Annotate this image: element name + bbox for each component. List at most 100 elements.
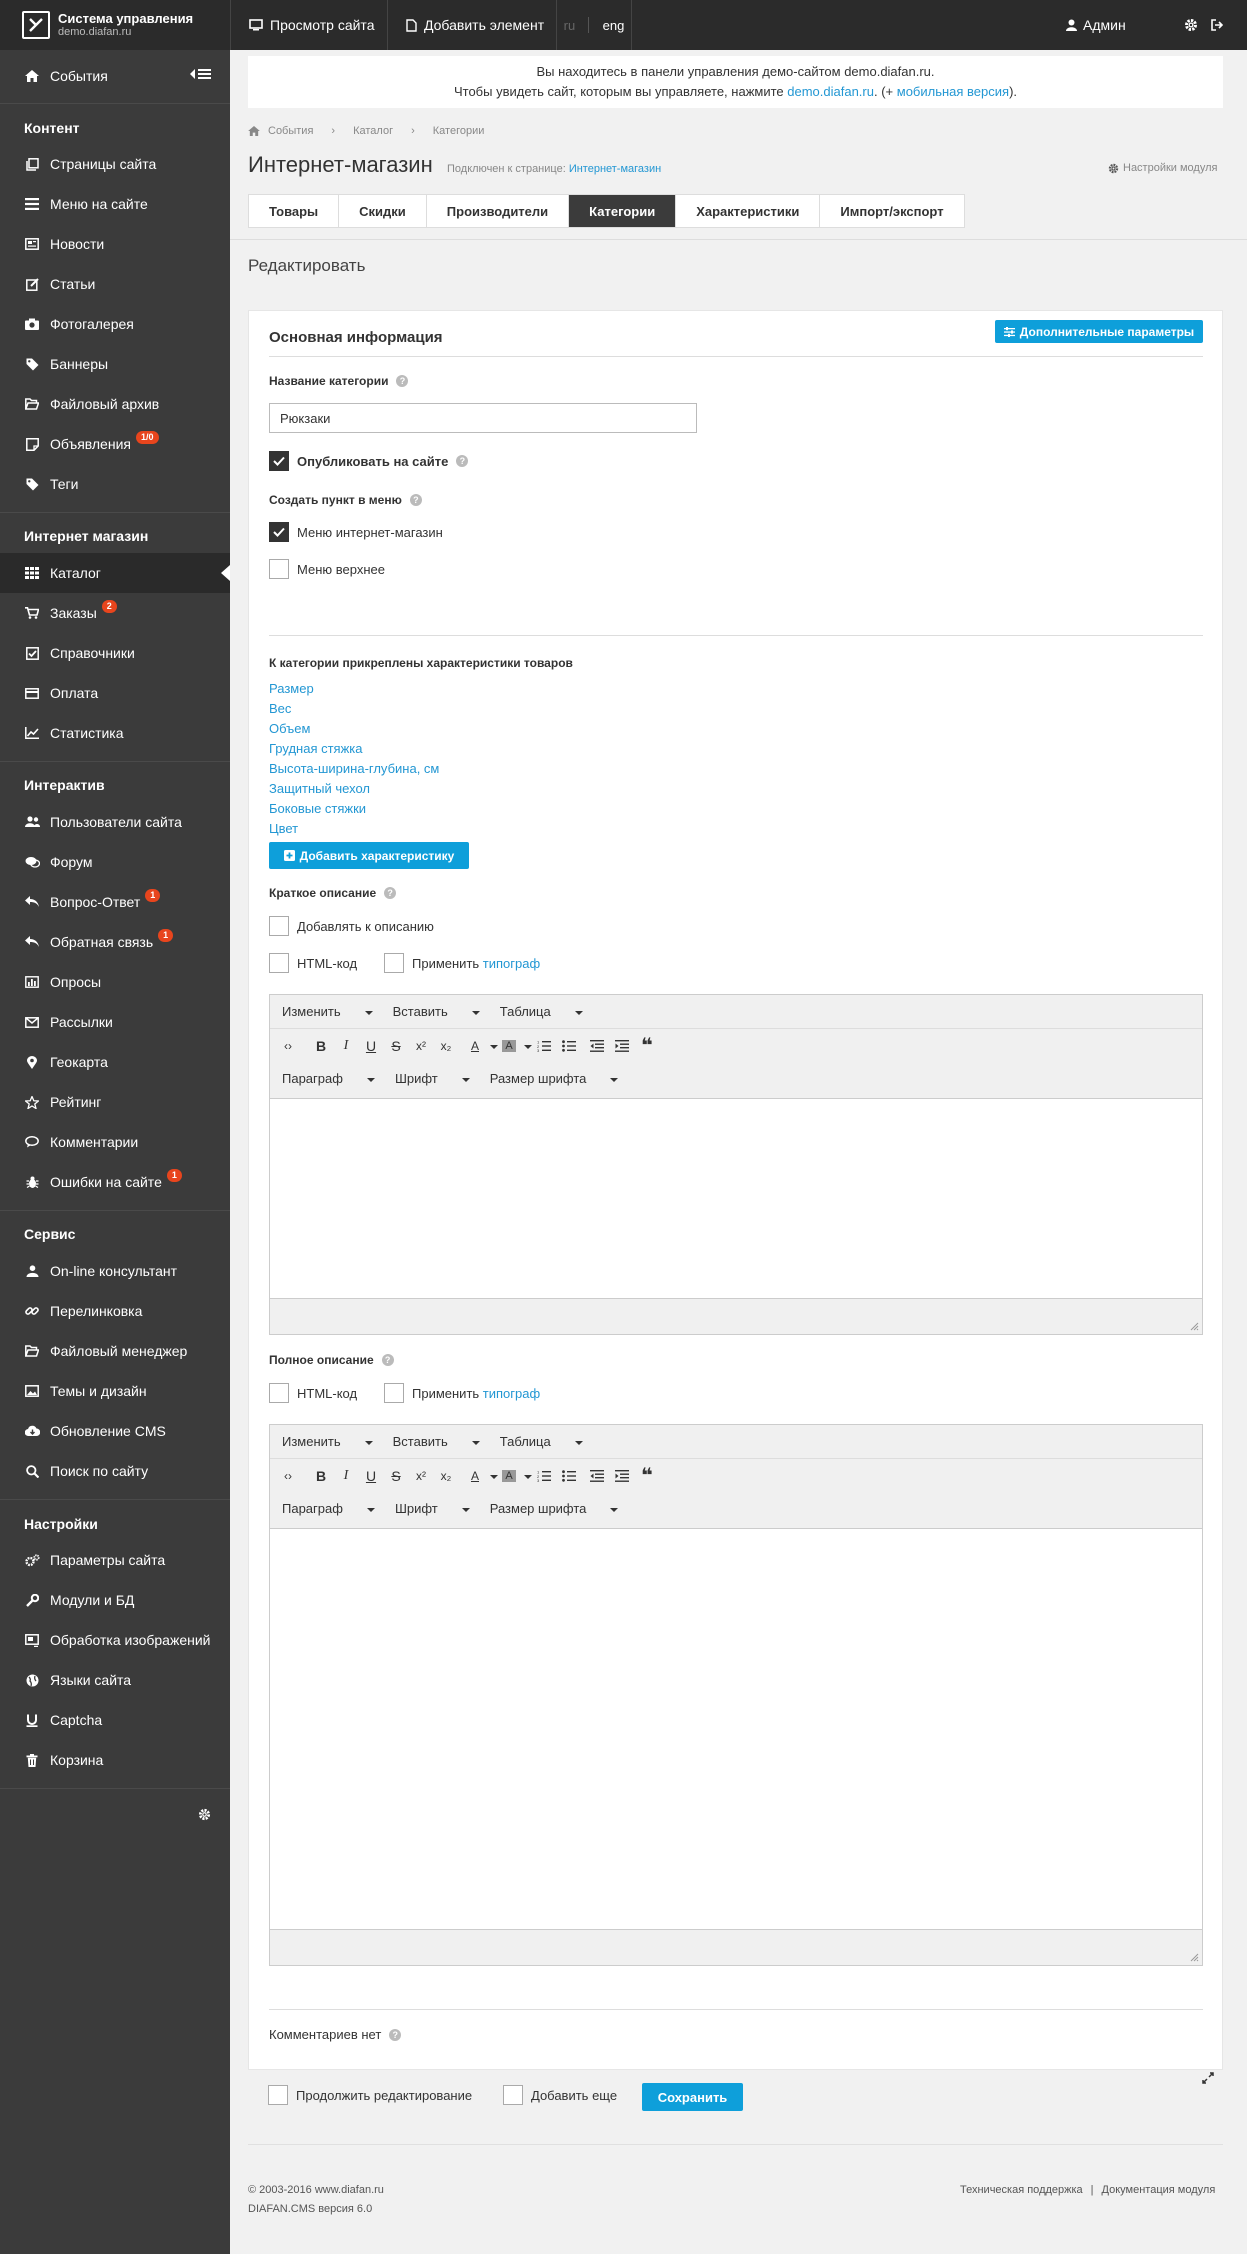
underline-icon[interactable]: U xyxy=(360,1035,382,1057)
sidebar-item-trash[interactable]: Корзина xyxy=(0,1740,230,1780)
source-code-icon[interactable]: ‹› xyxy=(277,1465,299,1487)
resize-grip-icon[interactable] xyxy=(1189,1952,1199,1962)
bold-icon[interactable]: B xyxy=(310,1035,332,1057)
superscript-icon[interactable]: x² xyxy=(410,1035,432,1057)
continue-edit-row[interactable]: Продолжить редактирование xyxy=(268,2085,472,2105)
source-code-icon[interactable]: ‹› xyxy=(277,1035,299,1057)
help-icon[interactable]: ? xyxy=(381,1354,394,1366)
feature-link[interactable]: Вес xyxy=(269,699,569,719)
view-site-button[interactable]: Просмотр сайта xyxy=(230,0,392,50)
category-name-input[interactable]: Рюкзаки xyxy=(269,403,697,433)
add-feature-button[interactable]: Добавить характеристику xyxy=(269,842,469,869)
tab-products[interactable]: Товары xyxy=(249,195,340,227)
editor-content-area[interactable] xyxy=(270,1100,1202,1298)
blockquote-icon[interactable]: ❝ xyxy=(636,1465,658,1487)
caret-down-icon[interactable] xyxy=(524,1045,532,1049)
italic-icon[interactable]: I xyxy=(335,1035,357,1057)
editor-menu-table[interactable]: Таблица xyxy=(500,1004,583,1019)
add-more-row[interactable]: Добавить еще xyxy=(503,2085,617,2105)
numbered-list-icon[interactable]: 123 xyxy=(533,1465,555,1487)
superscript-icon[interactable]: x² xyxy=(410,1465,432,1487)
sidebar-item-files[interactable]: Файловый архив xyxy=(0,384,230,424)
extra-params-button[interactable]: Дополнительные параметры xyxy=(995,320,1203,343)
typograph-link[interactable]: типограф xyxy=(483,1386,540,1401)
mobile-version-link[interactable]: мобильная версия xyxy=(897,84,1009,99)
publish-checkbox[interactable] xyxy=(269,451,289,471)
short-typograph-row[interactable]: Применить типограф xyxy=(384,953,540,973)
sidebar-item-feedback[interactable]: Обратная связь 1 xyxy=(0,922,230,962)
full-html-row[interactable]: HTML-код xyxy=(269,1383,357,1403)
strikethrough-icon[interactable]: S xyxy=(385,1035,407,1057)
lang-ru[interactable]: ru xyxy=(564,18,576,33)
sidebar-item-forum[interactable]: Форум xyxy=(0,842,230,882)
module-settings-link[interactable]: Настройки модуля xyxy=(1108,162,1217,174)
sidebar-item-relinking[interactable]: Перелинковка xyxy=(0,1291,230,1331)
full-typograph-row[interactable]: Применить типограф xyxy=(384,1383,540,1403)
strikethrough-icon[interactable]: S xyxy=(385,1465,407,1487)
font-size-dropdown[interactable]: Размер шрифта xyxy=(490,1071,619,1086)
menu-top-checkbox-row[interactable]: Меню верхнее xyxy=(269,559,385,579)
paragraph-dropdown[interactable]: Параграф xyxy=(282,1501,375,1516)
sidebar-item-rating[interactable]: Рейтинг xyxy=(0,1082,230,1122)
sidebar-item-mailing[interactable]: Рассылки xyxy=(0,1002,230,1042)
tab-manufacturers[interactable]: Производители xyxy=(427,195,570,227)
caret-down-icon[interactable] xyxy=(524,1475,532,1479)
sidebar-item-update[interactable]: Обновление CMS xyxy=(0,1411,230,1451)
add-to-desc-row[interactable]: Добавлять к описанию xyxy=(269,916,434,936)
breadcrumb-events[interactable]: События xyxy=(268,125,313,137)
sidebar-item-ads[interactable]: Объявления 1/0 xyxy=(0,424,230,464)
short-typograph-checkbox[interactable] xyxy=(384,953,404,973)
subscript-icon[interactable]: x₂ xyxy=(435,1465,457,1487)
sidebar-item-site-params[interactable]: Параметры сайта xyxy=(0,1540,230,1580)
typograph-link[interactable]: типограф xyxy=(483,956,540,971)
full-html-checkbox[interactable] xyxy=(269,1383,289,1403)
feature-link[interactable]: Защитный чехол xyxy=(269,779,569,799)
help-icon[interactable]: ? xyxy=(396,375,409,387)
resize-grip-icon[interactable] xyxy=(1189,1321,1199,1331)
support-link[interactable]: Техническая поддержка xyxy=(960,2184,1083,2196)
sidebar-item-news[interactable]: Новости xyxy=(0,224,230,264)
sidebar-settings-gear-icon[interactable] xyxy=(198,1808,211,1821)
bullet-list-icon[interactable] xyxy=(558,1465,580,1487)
blockquote-icon[interactable]: ❝ xyxy=(636,1035,658,1057)
sidebar-item-stats[interactable]: Статистика xyxy=(0,713,230,753)
sidebar-item-faq[interactable]: Вопрос-Ответ 1 xyxy=(0,882,230,922)
sidebar-item-captcha[interactable]: Captcha xyxy=(0,1700,230,1740)
tab-features[interactable]: Характеристики xyxy=(676,195,821,227)
menu-top-checkbox[interactable] xyxy=(269,559,289,579)
sidebar-item-catalog[interactable]: Каталог xyxy=(0,553,230,593)
caret-down-icon[interactable] xyxy=(490,1045,498,1049)
sidebar-item-votes[interactable]: Опросы xyxy=(0,962,230,1002)
lang-eng[interactable]: eng xyxy=(603,18,625,33)
feature-link[interactable]: Грудная стяжка xyxy=(269,739,569,759)
help-icon[interactable]: ? xyxy=(409,494,422,506)
sidebar-item-images[interactable]: Обработка изображений xyxy=(0,1620,230,1660)
short-html-checkbox[interactable] xyxy=(269,953,289,973)
breadcrumb-catalog[interactable]: Каталог xyxy=(353,125,393,137)
font-dropdown[interactable]: Шрифт xyxy=(395,1071,470,1086)
background-color-icon[interactable]: A xyxy=(498,1035,520,1057)
underline-icon[interactable]: U xyxy=(360,1465,382,1487)
help-icon[interactable]: ? xyxy=(389,2028,402,2041)
sidebar-item-payment[interactable]: Оплата xyxy=(0,673,230,713)
collapse-menu-icon[interactable] xyxy=(190,68,212,80)
feature-link[interactable]: Объем xyxy=(269,719,569,739)
sidebar-item-refs[interactable]: Справочники xyxy=(0,633,230,673)
sidebar-item-search[interactable]: Поиск по сайту xyxy=(0,1451,230,1491)
publish-checkbox-row[interactable]: Опубликовать на сайте ? xyxy=(269,451,469,471)
menu-shop-checkbox-row[interactable]: Меню интернет-магазин xyxy=(269,522,443,542)
short-html-row[interactable]: HTML-код xyxy=(269,953,357,973)
sidebar-item-themes[interactable]: Темы и дизайн xyxy=(0,1371,230,1411)
tab-categories[interactable]: Категории xyxy=(569,195,677,227)
add-to-desc-checkbox[interactable] xyxy=(269,916,289,936)
help-icon[interactable]: ? xyxy=(456,455,469,467)
sidebar-item-filemanager[interactable]: Файловый менеджер xyxy=(0,1331,230,1371)
menu-shop-checkbox[interactable] xyxy=(269,522,289,542)
editor-menu-table[interactable]: Таблица xyxy=(500,1434,583,1449)
outdent-icon[interactable] xyxy=(586,1465,608,1487)
feature-link[interactable]: Высота-ширина-глубина, см xyxy=(269,759,569,779)
logout-icon[interactable] xyxy=(1210,18,1224,32)
editor-menu-insert[interactable]: Вставить xyxy=(393,1434,480,1449)
admin-user[interactable]: Админ xyxy=(1066,0,1126,50)
sidebar-item-photo[interactable]: Фотогалерея xyxy=(0,304,230,344)
